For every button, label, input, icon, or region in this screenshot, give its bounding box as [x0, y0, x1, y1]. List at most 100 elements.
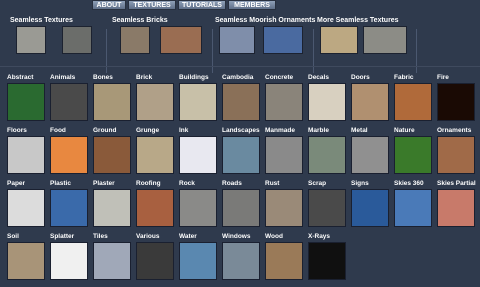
skull-icon[interactable] [93, 83, 131, 121]
splatter-icon[interactable] [50, 242, 88, 280]
category-wood[interactable]: Wood [263, 233, 305, 287]
metal-icon[interactable] [351, 136, 389, 174]
category-label[interactable]: X-Rays [308, 233, 330, 241]
featured-more-textures[interactable]: More Seamless Textures [317, 15, 417, 61]
category-label[interactable]: Ink [179, 127, 188, 135]
category-fabric[interactable]: Fabric [392, 74, 434, 128]
gorilla-icon[interactable] [50, 83, 88, 121]
fabric-texture-thumb[interactable] [320, 26, 358, 54]
xray-icon[interactable] [308, 242, 346, 280]
category-label[interactable]: Tiles [93, 233, 108, 241]
category-label[interactable]: Abstract [7, 74, 33, 82]
category-food[interactable]: Food [48, 127, 90, 181]
category-label[interactable]: Various [136, 233, 159, 241]
concrete-icon[interactable] [265, 83, 303, 121]
various-icon[interactable] [136, 242, 174, 280]
featured-seamless-textures[interactable]: Seamless Textures [10, 15, 106, 61]
category-brick[interactable]: Brick [134, 74, 176, 128]
sign-icon[interactable] [351, 189, 389, 227]
category-splatter[interactable]: Splatter [48, 233, 90, 287]
category-label[interactable]: Rust [265, 180, 279, 188]
category-label[interactable]: Roofing [136, 180, 161, 188]
category-animals[interactable]: Animals [48, 74, 90, 128]
mountain-icon[interactable] [222, 136, 260, 174]
category-label[interactable]: Food [50, 127, 66, 135]
category-label[interactable]: Nature [394, 127, 415, 135]
category-scrap[interactable]: Scrap [306, 180, 348, 234]
plastic-icon[interactable] [50, 189, 88, 227]
category-label[interactable]: Skies 360 [394, 180, 424, 188]
decal-icon[interactable] [308, 83, 346, 121]
peach-icon[interactable] [50, 136, 88, 174]
category-concrete[interactable]: Concrete [263, 74, 305, 128]
category-skies-partial[interactable]: Skies Partial [435, 180, 477, 234]
category-buildings[interactable]: Buildings [177, 74, 219, 128]
category-label[interactable]: Signs [351, 180, 369, 188]
category-plaster[interactable]: Plaster [91, 180, 133, 234]
category-manmade[interactable]: Manmade [263, 127, 305, 181]
category-landscapes[interactable]: Landscapes [220, 127, 262, 181]
category-label[interactable]: Scrap [308, 180, 326, 188]
ornament-texture-thumb[interactable] [219, 26, 255, 54]
brick-texture-thumb[interactable] [160, 26, 202, 54]
soil-icon[interactable] [7, 242, 45, 280]
category-label[interactable]: Rock [179, 180, 195, 188]
category-label[interactable]: Marble [308, 127, 329, 135]
category-floors[interactable]: Floors [5, 127, 47, 181]
leaves-icon[interactable] [394, 136, 432, 174]
category-grunge[interactable]: Grunge [134, 127, 176, 181]
ornament-texture-thumb[interactable] [263, 26, 303, 54]
category-label[interactable]: Manmade [265, 127, 295, 135]
category-label[interactable]: Plaster [93, 180, 115, 188]
category-skies-360[interactable]: Skies 360 [392, 180, 434, 234]
scrap-icon[interactable] [308, 189, 346, 227]
featured-seamless-bricks[interactable]: Seamless Bricks [112, 15, 210, 61]
category-nature[interactable]: Nature [392, 127, 434, 181]
window-icon[interactable] [222, 242, 260, 280]
category-label[interactable]: Brick [136, 74, 152, 82]
sky-icon[interactable] [394, 189, 432, 227]
water-icon[interactable] [179, 242, 217, 280]
bokeh-icon[interactable] [7, 83, 45, 121]
category-paper[interactable]: Paper [5, 180, 47, 234]
category-label[interactable]: Fire [437, 74, 449, 82]
category-label[interactable]: Doors [351, 74, 370, 82]
category-label[interactable]: Buildings [179, 74, 209, 82]
sunset-icon[interactable] [437, 189, 475, 227]
category-label[interactable]: Splatter [50, 233, 74, 241]
paper-icon[interactable] [7, 189, 45, 227]
ground-icon[interactable] [93, 136, 131, 174]
gauge-icon[interactable] [265, 136, 303, 174]
category-rock[interactable]: Rock [177, 180, 219, 234]
nav-members[interactable]: MEMBERS [228, 0, 276, 10]
stone-texture-thumb[interactable] [62, 26, 92, 54]
category-label[interactable]: Plastic [50, 180, 71, 188]
building-icon[interactable] [179, 83, 217, 121]
category-label[interactable]: Animals [50, 74, 75, 82]
category-label[interactable]: Ground [93, 127, 116, 135]
category-label[interactable]: Decals [308, 74, 329, 82]
brick-icon[interactable] [136, 83, 174, 121]
category-label[interactable]: Ornaments [437, 127, 471, 135]
category-label[interactable]: Wood [265, 233, 283, 241]
rust-icon[interactable] [265, 189, 303, 227]
category-bones[interactable]: Bones [91, 74, 133, 128]
category-cambodia[interactable]: Cambodia [220, 74, 262, 128]
category-marble[interactable]: Marble [306, 127, 348, 181]
category-label[interactable]: Roads [222, 180, 242, 188]
tile-icon[interactable] [93, 242, 131, 280]
category-label[interactable]: Bones [93, 74, 113, 82]
category-label[interactable]: Concrete [265, 74, 293, 82]
category-label[interactable]: Landscapes [222, 127, 260, 135]
fire-icon[interactable] [437, 83, 475, 121]
category-tiles[interactable]: Tiles [91, 233, 133, 287]
category-label[interactable]: Metal [351, 127, 368, 135]
rough-texture-thumb[interactable] [363, 26, 407, 54]
category-ornaments[interactable]: Ornaments [435, 127, 477, 181]
category-roads[interactable]: Roads [220, 180, 262, 234]
category-label[interactable]: Water [179, 233, 197, 241]
statue-icon[interactable] [222, 83, 260, 121]
category-abstract[interactable]: Abstract [5, 74, 47, 128]
category-decals[interactable]: Decals [306, 74, 348, 128]
category-doors[interactable]: Doors [349, 74, 391, 128]
